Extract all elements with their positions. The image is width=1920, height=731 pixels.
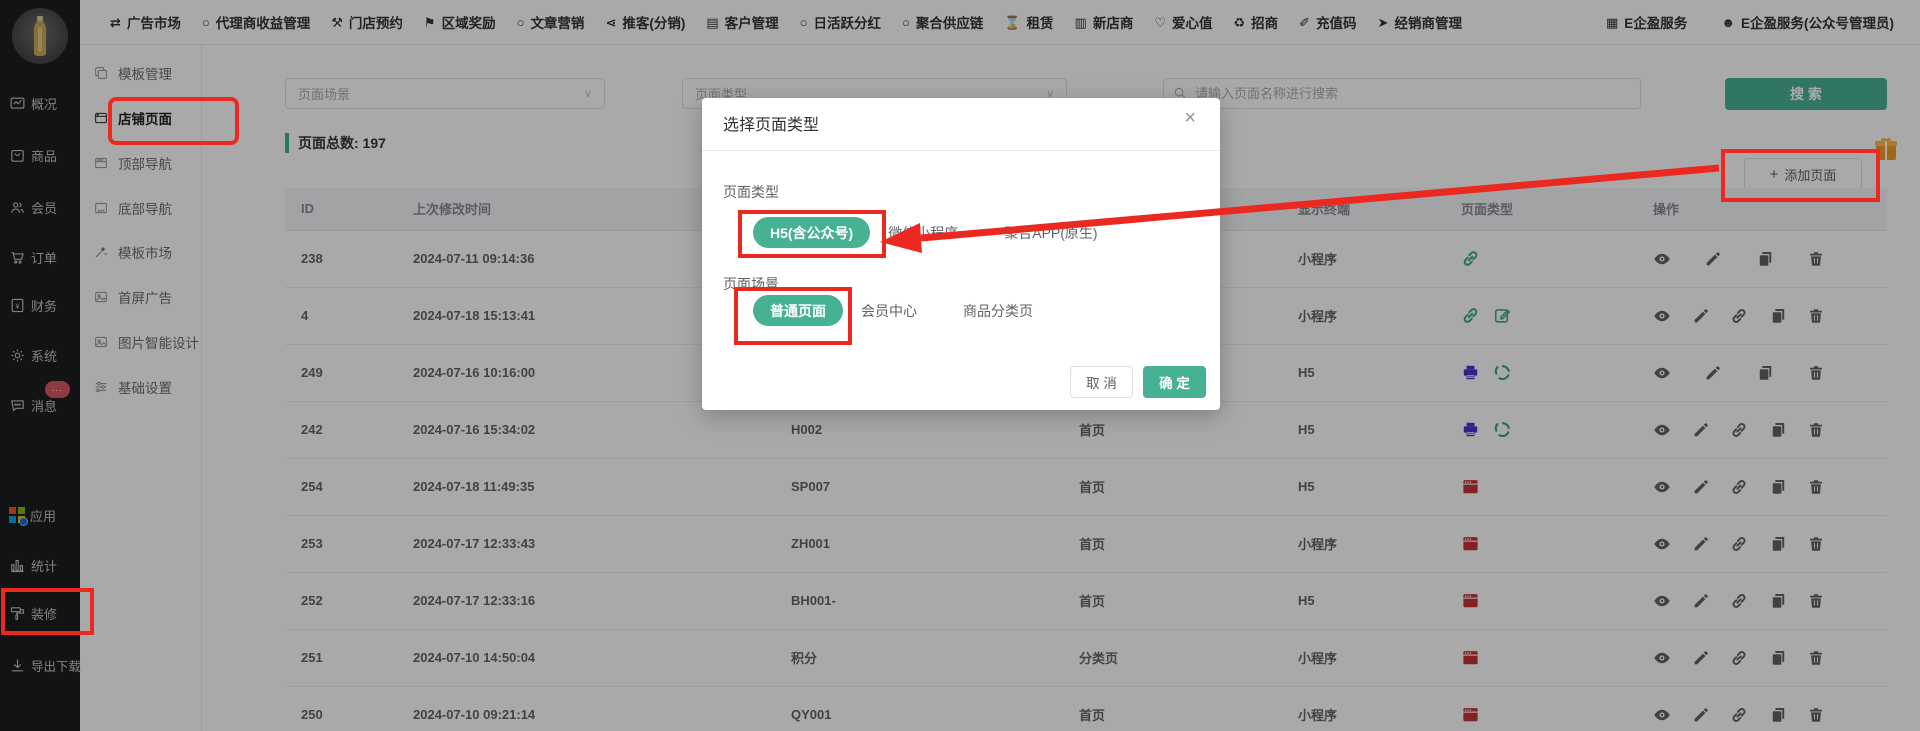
modal-option[interactable]: 商品分类页: [963, 301, 1033, 321]
modal-option[interactable]: 普通页面: [753, 295, 843, 326]
modal-option[interactable]: 会员中心: [861, 301, 917, 321]
cancel-button[interactable]: 取 消: [1070, 366, 1133, 398]
page-scene-label: 页面场景: [723, 274, 779, 294]
modal-title: 选择页面类型: [723, 111, 819, 135]
select-page-type-modal: 选择页面类型 × 页面类型 H5(含公众号) 微信小程序 聚合APP(原生) 页…: [702, 98, 1220, 410]
close-icon[interactable]: ×: [1184, 108, 1196, 128]
modal-option[interactable]: 聚合APP(原生): [1004, 223, 1097, 243]
page-type-label: 页面类型: [723, 182, 779, 202]
page-type-options: H5(含公众号) 微信小程序 聚合APP(原生): [753, 217, 1098, 248]
confirm-button[interactable]: 确 定: [1143, 366, 1206, 398]
modal-divider: [702, 150, 1220, 151]
app-window: ⇄ 广告市场 ○ 代理商收益管理 ⚒ 门店预约 ⚑ 区域奖励 ○ 文章营销 ⋖ …: [0, 0, 1920, 731]
modal-option[interactable]: 微信小程序: [888, 223, 958, 243]
modal-option[interactable]: H5(含公众号): [753, 217, 870, 248]
page-scene-options: 普通页面 会员中心 商品分类页: [753, 295, 1033, 326]
